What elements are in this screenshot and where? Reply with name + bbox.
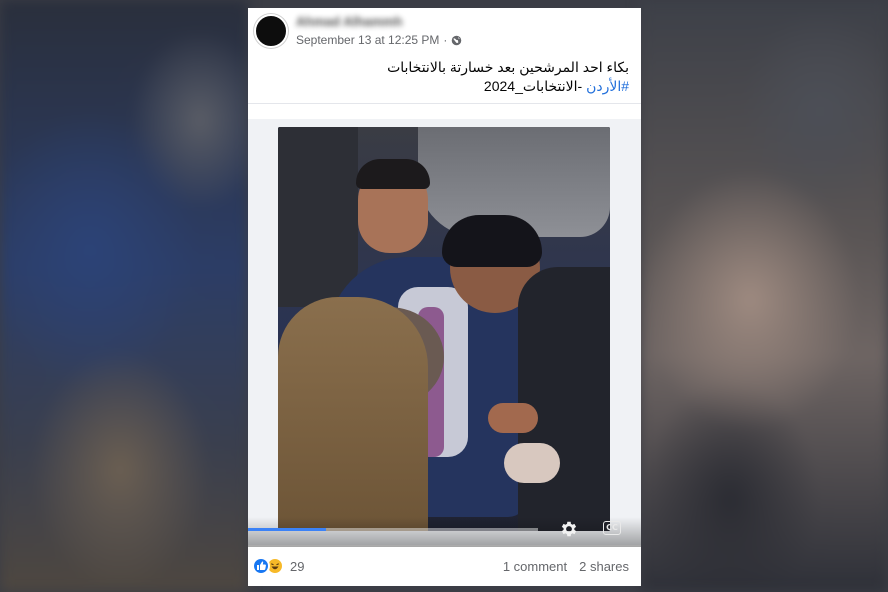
meta-separator: · [443, 33, 448, 47]
comments-link[interactable]: 1 comment [503, 559, 567, 574]
post-card: Ahmad Alhammh September 13 at 12:25 PM ·… [248, 8, 641, 586]
post-caption: بكاء احد المرشحين بعد خسارتة بالانتخابات… [289, 58, 629, 96]
post-footer: 29 1 comment 2 shares [248, 551, 641, 581]
backdrop-left [0, 0, 248, 592]
hashtag-link[interactable]: #الأردن [586, 78, 629, 94]
gear-icon[interactable] [559, 519, 579, 539]
video-progress-fill [248, 528, 327, 531]
scene-suit-left [278, 127, 358, 307]
post-timestamp[interactable]: September 13 at 12:25 PM [296, 33, 439, 47]
caption-line-2: #الأردن -الانتخابات_2024 [289, 77, 629, 96]
caption-line-1: بكاء احد المرشحين بعد خسارتة بالانتخابات [387, 59, 629, 75]
author-name[interactable]: Ahmad Alhammh [296, 14, 436, 30]
header-divider [248, 103, 641, 104]
scene-hand-2 [488, 403, 538, 433]
video-player[interactable]: CC [248, 119, 641, 547]
backdrop-right [640, 0, 888, 592]
engagement-counts: 1 comment 2 shares [503, 559, 629, 574]
scene-right-man-body [518, 267, 610, 531]
reaction-count: 29 [290, 558, 305, 574]
reactions-summary[interactable]: 29 [252, 557, 304, 575]
author-avatar[interactable] [254, 14, 288, 48]
scene-right-man-hair [442, 215, 542, 267]
scene-hand [504, 443, 560, 483]
post-header: Ahmad Alhammh September 13 at 12:25 PM · [248, 8, 641, 56]
globe-icon[interactable] [451, 35, 462, 46]
video-controls: CC [248, 517, 641, 547]
scene-man-hair [356, 159, 430, 189]
closed-captions-icon[interactable]: CC [603, 521, 621, 535]
caption-line-2-text: -الانتخابات_2024 [483, 78, 587, 94]
post-meta: September 13 at 12:25 PM · [296, 32, 462, 48]
like-icon [252, 557, 270, 575]
video-progress-bar[interactable] [248, 528, 538, 531]
shares-link[interactable]: 2 shares [579, 559, 629, 574]
video-frame[interactable] [278, 127, 610, 531]
scene-foreground-jacket [278, 297, 428, 531]
